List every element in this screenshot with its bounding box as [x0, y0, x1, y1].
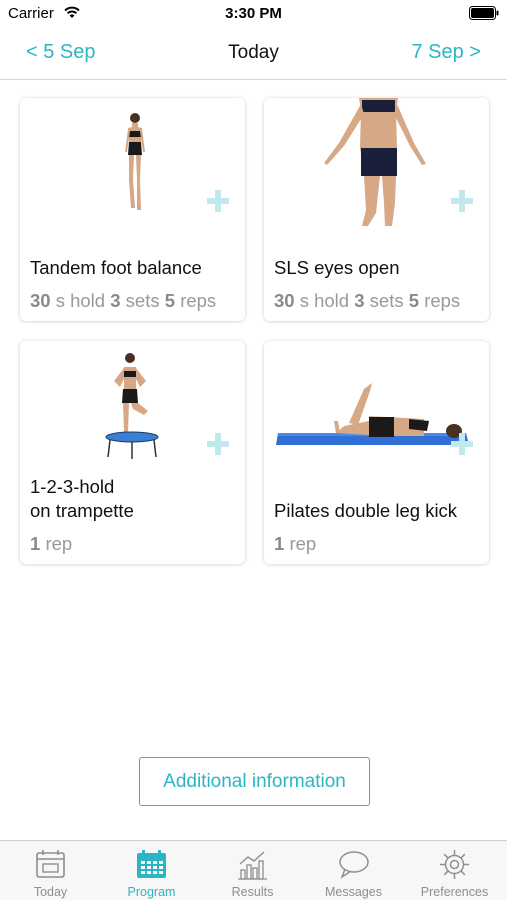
status-bar: Carrier 3:30 PM	[0, 0, 507, 28]
add-exercise-plus-icon[interactable]	[207, 433, 229, 455]
status-time: 3:30 PM	[225, 5, 282, 22]
add-exercise-plus-icon[interactable]	[451, 433, 473, 455]
exercise-dosage: 30 s hold 3 sets 5 reps	[30, 290, 217, 311]
calendar-day-icon	[36, 850, 65, 878]
exercise-title: Pilates double leg kick	[274, 500, 458, 521]
tab-preferences[interactable]: Preferences	[404, 841, 505, 900]
tab-label: Program	[127, 885, 176, 899]
tab-today[interactable]: Today	[0, 841, 101, 900]
calendar-grid-icon	[137, 850, 166, 878]
exercise-title: Tandem foot balance	[30, 257, 202, 278]
add-exercise-plus-icon[interactable]	[207, 190, 229, 212]
exercise-title: 1-2-3-hold on trampette	[30, 476, 134, 521]
exercise-card-sls-eyes-open[interactable]: SLS eyes open 30 s hold 3 sets 5 reps	[264, 98, 489, 321]
tab-label: Results	[231, 885, 274, 899]
tab-bar: Today Program Results Messages Preferenc…	[0, 840, 507, 900]
battery-icon	[469, 6, 499, 20]
exercise-card-tandem-foot-balance[interactable]: Tandem foot balance 30 s hold 3 sets 5 r…	[20, 98, 245, 321]
tab-label: Preferences	[420, 885, 489, 899]
tab-messages[interactable]: Messages	[303, 841, 404, 900]
next-day-button[interactable]: 7 Sep >	[411, 41, 481, 64]
exercise-dosage: 30 s hold 3 sets 5 reps	[274, 290, 461, 311]
exercise-card-pilates-double-leg-kick[interactable]: Pilates double leg kick 1 rep	[264, 341, 489, 564]
tab-label: Messages	[325, 885, 382, 899]
exercise-dosage: 1 rep	[30, 533, 73, 554]
additional-information-button[interactable]: Additional information	[139, 757, 370, 806]
tab-program[interactable]: Program	[101, 841, 202, 900]
exercise-card-trampette[interactable]: 1-2-3-hold on trampette 1 rep	[20, 341, 245, 564]
gear-icon	[440, 850, 469, 879]
speech-bubble-icon	[339, 851, 369, 879]
previous-day-button[interactable]: < 5 Sep	[26, 41, 96, 64]
add-exercise-plus-icon[interactable]	[451, 190, 473, 212]
tab-results[interactable]: Results	[202, 841, 303, 900]
bar-chart-icon	[238, 851, 267, 880]
exercise-title: SLS eyes open	[274, 257, 400, 278]
tab-label: Today	[33, 885, 68, 899]
navigation-bar: < 5 Sep Today 7 Sep >	[0, 28, 507, 80]
exercise-dosage: 1 rep	[274, 533, 317, 554]
